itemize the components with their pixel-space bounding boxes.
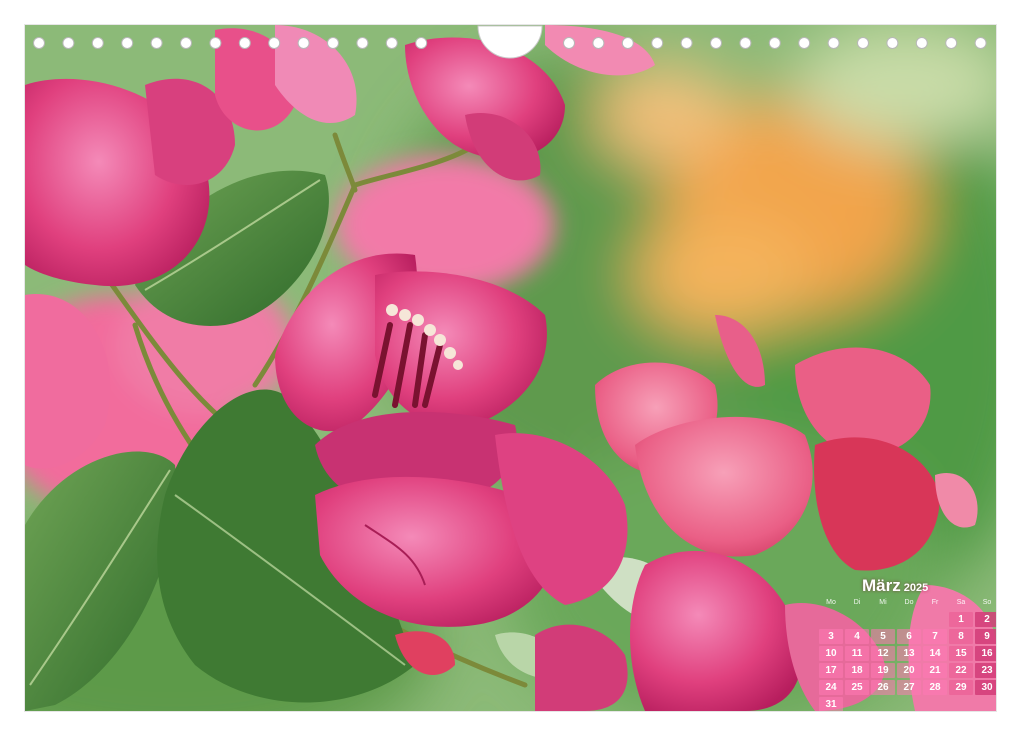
weekday-label: Mi bbox=[879, 599, 887, 606]
month-calendar: März 2025 Mo Di Mi Do Fr Sa So 1234567891… bbox=[818, 574, 996, 711]
weekday-label: So bbox=[982, 599, 992, 606]
calendar-day: 12 bbox=[871, 646, 895, 661]
calendar-day: 20 bbox=[897, 663, 921, 678]
calendar-blank-cell bbox=[871, 612, 895, 627]
calendar-day: 17 bbox=[819, 663, 843, 678]
calendar-day: 23 bbox=[975, 663, 996, 678]
calendar-month: März bbox=[862, 576, 901, 595]
calendar-title: März 2025 bbox=[862, 576, 928, 596]
calendar-day: 25 bbox=[845, 680, 869, 695]
calendar-day: 11 bbox=[845, 646, 869, 661]
weekday-label: Do bbox=[904, 599, 914, 606]
calendar-day: 26 bbox=[871, 680, 895, 695]
calendar-day: 16 bbox=[975, 646, 996, 661]
calendar-day: 13 bbox=[897, 646, 921, 661]
calendar-day: 5 bbox=[871, 629, 895, 644]
calendar-day: 14 bbox=[923, 646, 947, 661]
calendar-day: 24 bbox=[819, 680, 843, 695]
calendar-day: 7 bbox=[923, 629, 947, 644]
weekday-label: Fr bbox=[931, 599, 939, 606]
calendar-day: 27 bbox=[897, 680, 921, 695]
calendar-day: 22 bbox=[949, 663, 973, 678]
calendar-page: März 2025 Mo Di Mi Do Fr Sa So 1234567891… bbox=[25, 25, 996, 711]
calendar-blank-cell bbox=[845, 612, 869, 627]
calendar-blank-cell bbox=[897, 612, 921, 627]
calendar-day: 18 bbox=[845, 663, 869, 678]
calendar-day: 19 bbox=[871, 663, 895, 678]
calendar-day: 21 bbox=[923, 663, 947, 678]
calendar-day: 28 bbox=[923, 680, 947, 695]
weekday-label: Di bbox=[853, 599, 861, 606]
calendar-day: 3 bbox=[819, 629, 843, 644]
calendar-blank-cell bbox=[923, 612, 947, 627]
calendar-day: 29 bbox=[949, 680, 973, 695]
weekday-label: Sa bbox=[956, 599, 966, 606]
calendar-day: 30 bbox=[975, 680, 996, 695]
calendar-blank-cell bbox=[819, 612, 843, 627]
calendar-day: 6 bbox=[897, 629, 921, 644]
calendar-year: 2025 bbox=[903, 582, 929, 594]
calendar-day: 4 bbox=[845, 629, 869, 644]
weekday-header: Mo Di Mi Do Fr Sa So bbox=[818, 599, 996, 606]
weekday-label: Mo bbox=[826, 599, 836, 606]
calendar-day: 9 bbox=[975, 629, 996, 644]
calendar-day: 1 bbox=[949, 612, 973, 627]
calendar-day-grid: 1 2 3 4 5 6 7 8 9 10 11 12 13 14 15 16 17 18 19 20 21 22 23 24 2… bbox=[818, 611, 996, 711]
calendar-day: 2 bbox=[975, 612, 996, 627]
calendar-day: 31 bbox=[819, 697, 843, 711]
calendar-day: 10 bbox=[819, 646, 843, 661]
calendar-day: 8 bbox=[949, 629, 973, 644]
calendar-day: 15 bbox=[949, 646, 973, 661]
